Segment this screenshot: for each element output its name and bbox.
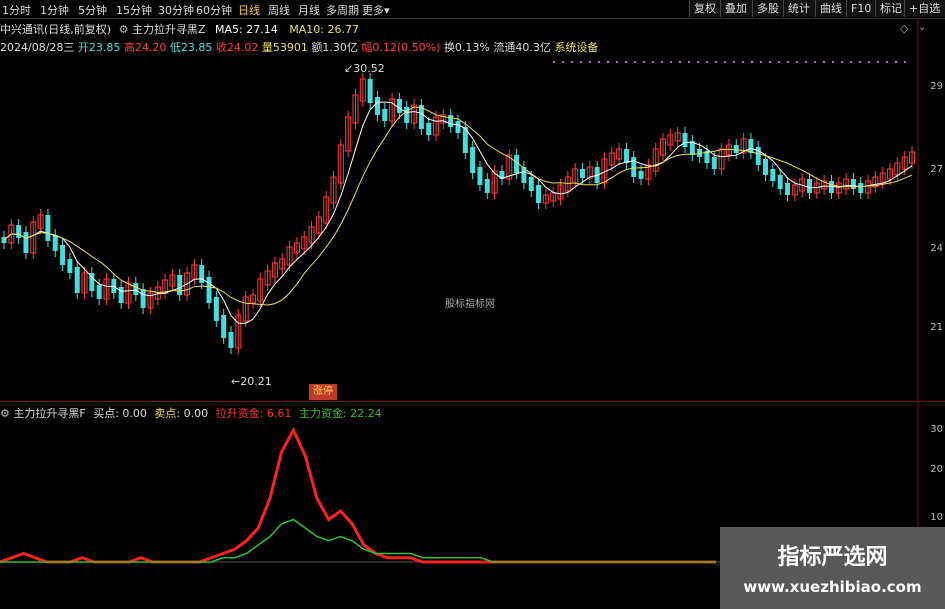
- site-watermark: 指标严选网 www.xuezhibiao.com: [720, 527, 945, 609]
- main-line: [0, 518, 716, 563]
- indicator-axis-label: 10: [930, 512, 943, 523]
- watermark-title: 指标严选网: [777, 545, 888, 570]
- indicator-axis-label: 20: [930, 464, 943, 475]
- lift-line: [0, 426, 716, 564]
- indicator-chart[interactable]: [0, 0, 945, 609]
- watermark-url: www.xuezhibiao.com: [743, 578, 922, 596]
- indicator-axis-label: 30: [930, 424, 943, 435]
